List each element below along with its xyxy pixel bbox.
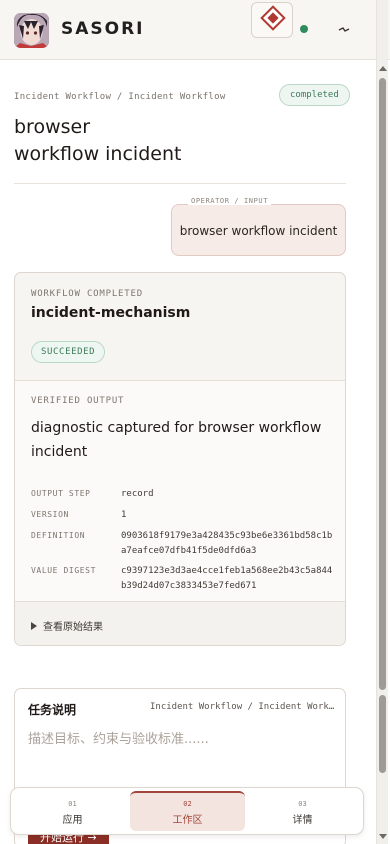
page-title-line: browser (14, 116, 91, 138)
operator-input-bubble: browser workflow incident (171, 204, 346, 256)
scrollbar-thumb[interactable] (379, 78, 386, 690)
workflow-result-card: WORKFLOW COMPLETED incident-mechanism SU… (14, 272, 346, 646)
tab-apps[interactable]: 01 应用 (15, 791, 130, 831)
status-indicator (300, 25, 308, 33)
status-badge: completed (279, 84, 350, 106)
tab-details[interactable]: 03 详情 (245, 791, 360, 831)
scrollbar-thumb-secondary[interactable] (379, 695, 386, 773)
workflow-status-label: WORKFLOW COMPLETED (31, 289, 143, 299)
tab-label: 应用 (62, 815, 83, 826)
field-value: record (121, 489, 154, 499)
diamond-logo-icon[interactable] (251, 2, 293, 38)
expand-triangle-icon (31, 622, 37, 630)
tab-number: 03 (298, 800, 307, 808)
scroll-up-arrow-icon[interactable] (379, 66, 387, 71)
workflow-name: incident-mechanism (31, 305, 191, 321)
breadcrumb[interactable]: Incident Workflow / Incident Workflow (14, 92, 226, 102)
field-key: DEFINITION (31, 531, 86, 540)
raw-result-toggle-row[interactable]: 查看原始结果 (15, 601, 345, 645)
field-value: 1 (121, 510, 127, 520)
tab-label: 详情 (292, 815, 313, 826)
operator-label: OPERATOR / INPUT (188, 197, 272, 205)
tab-label: 工作区 (172, 815, 203, 826)
field-key: VERSION (31, 510, 69, 519)
page-title: browser workflow incident (14, 114, 181, 168)
tab-number: 01 (68, 800, 77, 808)
verified-output-text: diagnostic captured for browser workflow… (31, 420, 322, 460)
field-key: OUTPUT STEP (31, 489, 91, 498)
verified-output-label: VERIFIED OUTPUT (31, 396, 125, 406)
scrollbar[interactable] (376, 0, 388, 844)
workflow-summary: WORKFLOW COMPLETED incident-mechanism SU… (15, 273, 345, 381)
field-value: 0903618f9179e3a428435c93be6e3361bd58c1ba… (121, 531, 333, 556)
verified-output-section: VERIFIED OUTPUT diagnostic captured for … (15, 380, 345, 602)
field-value: c9397123e3d3ae4cce1feb1a568ee2b43c5a844b… (121, 566, 333, 591)
divider (14, 183, 346, 184)
task-breadcrumb: Incident Workflow / Incident Workflow (150, 702, 336, 712)
app-header: SASORI (0, 0, 390, 60)
task-description-input[interactable]: 描述目标、约束与验收标准...... (28, 728, 209, 747)
tab-number: 02 (183, 800, 192, 808)
user-avatar[interactable] (14, 13, 49, 48)
raw-result-label: 查看原始结果 (43, 622, 103, 633)
brand-name: SASORI (61, 19, 145, 39)
scroll-down-arrow-icon[interactable] (379, 834, 387, 839)
menu-icon[interactable] (337, 22, 351, 36)
task-title: 任务说明 (28, 703, 77, 717)
field-key: VALUE DIGEST (31, 566, 96, 575)
raw-result-toggle[interactable]: 查看原始结果 (31, 618, 103, 633)
page-title-line: workflow incident (14, 143, 182, 165)
tab-workspace[interactable]: 02 工作区 (130, 791, 245, 831)
succeeded-badge: SUCCEEDED (31, 341, 106, 363)
bottom-tab-bar: 01 应用 02 工作区 03 详情 (10, 787, 364, 835)
